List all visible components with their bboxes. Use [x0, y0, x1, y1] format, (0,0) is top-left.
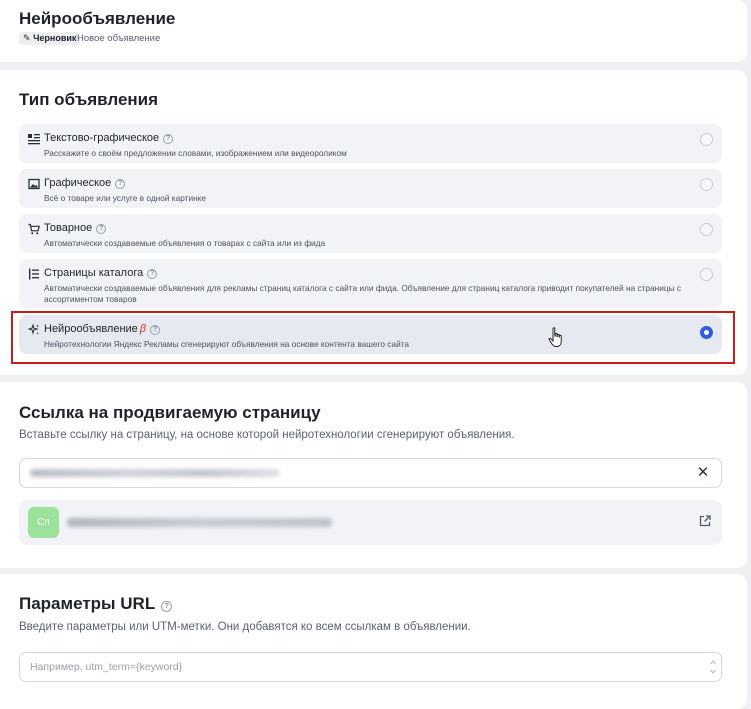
url-params-card: Параметры URL? Введите параметры или UTM… [0, 574, 747, 709]
radio-product[interactable] [700, 223, 713, 236]
image-icon [28, 178, 40, 190]
option-text-graphic[interactable]: Текстово-графическое? Расскажите о своём… [19, 124, 722, 163]
header-card: Нейрообъявление ✎ Черновик Новое объявле… [0, 0, 747, 62]
hand-cursor-icon [548, 327, 562, 347]
ad-name: Новое объявление [77, 33, 161, 44]
external-link-icon[interactable] [698, 514, 712, 528]
option-title: Графическое [44, 177, 112, 189]
url-params-input[interactable] [19, 652, 722, 682]
option-catalog[interactable]: Страницы каталога? Автоматически создава… [19, 259, 722, 308]
text-graphic-icon [28, 134, 40, 145]
link-title: Ссылка на продвигаемую страницу [19, 403, 321, 422]
help-icon[interactable]: ? [96, 224, 107, 234]
radio-graphic[interactable] [700, 178, 713, 191]
catalog-icon [29, 268, 39, 280]
help-icon[interactable]: ? [161, 601, 173, 612]
option-description: Автоматически создаваемые объявления для… [44, 283, 682, 304]
selection-highlight-frame [11, 311, 735, 364]
redacted-url [30, 469, 280, 477]
help-icon[interactable]: ? [147, 269, 158, 279]
ad-type-title: Тип объявления [19, 90, 159, 109]
url-params-title: Параметры URL [19, 594, 156, 613]
status-badge: ✎ Черновик [19, 32, 81, 45]
ad-type-card: Тип объявления Текстово-графическое? Рас… [0, 70, 747, 375]
option-title: Товарное [44, 222, 93, 234]
option-description: Всё о товаре или услуге в одной картинке [44, 193, 207, 203]
option-description: Автоматически создаваемые объявления о т… [44, 238, 326, 248]
page-title: Нейрообъявление [19, 9, 176, 28]
option-title: Страницы каталога [44, 267, 144, 279]
clear-icon[interactable]: ✕ [695, 465, 711, 481]
site-favicon: Сп [28, 507, 59, 538]
link-description: Вставьте ссылку на страницу, на основе к… [19, 429, 515, 441]
option-product[interactable]: Товарное? Автоматически создаваемые объя… [19, 214, 722, 253]
link-card: Ссылка на продвигаемую страницу Вставьте… [0, 382, 747, 568]
help-icon[interactable]: ? [163, 134, 174, 144]
radio-text-graphic[interactable] [700, 133, 713, 146]
redacted-site-title [67, 518, 332, 527]
option-graphic[interactable]: Графическое? Всё о товаре или услуге в о… [19, 169, 722, 208]
radio-catalog[interactable] [700, 268, 713, 281]
resize-icon[interactable] [709, 657, 717, 677]
link-input[interactable]: ✕ [19, 458, 722, 488]
option-title: Текстово-графическое [44, 132, 160, 144]
pencil-icon: ✎ [23, 33, 31, 43]
status-badge-label: Черновик [33, 33, 77, 43]
cart-icon [28, 223, 40, 235]
help-icon[interactable]: ? [115, 179, 126, 189]
site-preview[interactable]: Сп [19, 500, 722, 545]
option-description: Расскажите о своём предложении словами, … [44, 148, 347, 158]
url-params-description: Введите параметры или UTM-метки. Они доб… [19, 621, 471, 633]
